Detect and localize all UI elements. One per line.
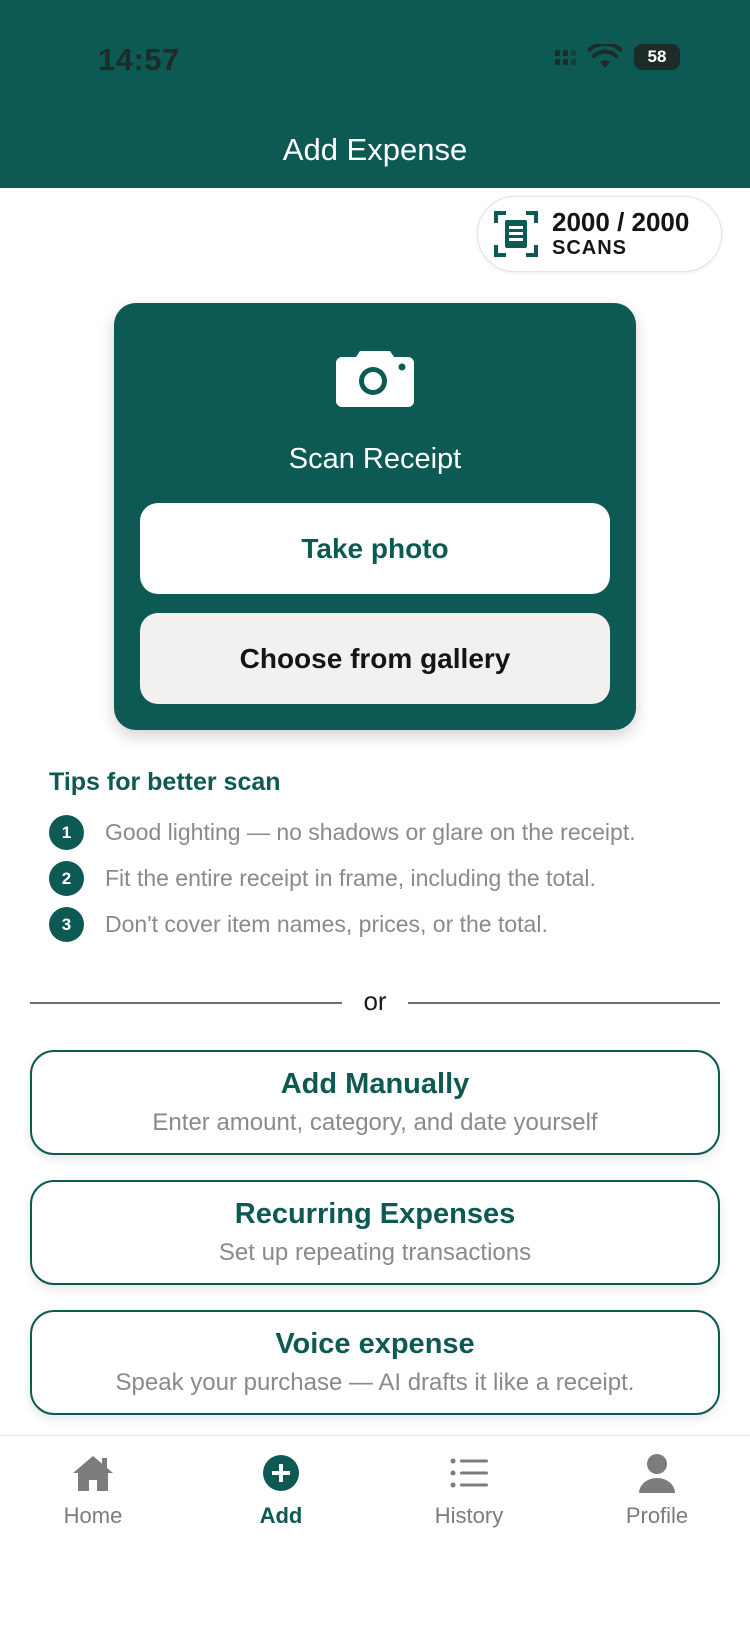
take-photo-button[interactable]: Take photo xyxy=(140,503,610,594)
battery-icon: 58 xyxy=(634,44,680,70)
tip-number-badge: 3 xyxy=(49,907,84,942)
tab-label: Profile xyxy=(625,1503,689,1528)
recurring-expenses-button[interactable]: Recurring Expenses Set up repeating tran… xyxy=(30,1180,720,1285)
tip-number-badge: 2 xyxy=(49,861,84,896)
tab-label: Add xyxy=(259,1503,303,1528)
receipt-scan-icon xyxy=(494,211,538,257)
option-title: Voice expense xyxy=(275,1328,475,1360)
tab-history[interactable]: History xyxy=(404,1453,534,1529)
scan-receipt-card: Scan Receipt Take photo Choose from gall… xyxy=(114,303,636,730)
divider-line-right xyxy=(408,1002,720,1004)
or-text: or xyxy=(363,986,387,1016)
home-icon xyxy=(73,1456,113,1491)
add-circle-icon xyxy=(263,1455,299,1491)
scans-count: 2000 / 2000 xyxy=(552,207,690,237)
tab-home[interactable]: Home xyxy=(28,1453,158,1529)
status-icons: 58 xyxy=(555,44,680,70)
tip-item: 1 Good lighting — no shadows or glare on… xyxy=(49,815,636,850)
bottom-tab-bar: Home Add History Profile xyxy=(0,1435,750,1631)
status-time: 14:57 xyxy=(98,42,180,77)
tab-profile[interactable]: Profile xyxy=(592,1453,722,1529)
wifi-icon xyxy=(588,44,622,68)
person-icon xyxy=(639,1454,675,1493)
tip-text: Good lighting — no shadows or glare on t… xyxy=(105,819,636,845)
camera-icon xyxy=(336,351,414,407)
scans-label: SCANS xyxy=(552,237,628,259)
list-icon xyxy=(450,1458,488,1488)
tip-item: 3 Don't cover item names, prices, or the… xyxy=(49,907,548,942)
add-manually-button[interactable]: Add Manually Enter amount, category, and… xyxy=(30,1050,720,1155)
tab-label: History xyxy=(434,1503,504,1528)
tip-number-badge: 1 xyxy=(49,815,84,850)
tab-add[interactable]: Add xyxy=(216,1453,346,1529)
tip-text: Fit the entire receipt in frame, includi… xyxy=(105,865,596,891)
voice-expense-button[interactable]: Voice expense Speak your purchase — AI d… xyxy=(30,1310,720,1415)
option-subtitle: Set up repeating transactions xyxy=(218,1239,532,1266)
page-title: Add Expense xyxy=(282,132,468,167)
battery-level: 58 xyxy=(647,47,667,66)
scan-receipt-title: Scan Receipt xyxy=(288,443,462,475)
scans-text: 2000 / 2000 SCANS xyxy=(552,208,689,260)
signal-icon xyxy=(555,49,576,65)
option-title: Add Manually xyxy=(280,1068,470,1100)
app-header: 14:57 58 Add Expense xyxy=(0,0,750,188)
option-title: Recurring Expenses xyxy=(234,1198,516,1230)
tip-text: Don't cover item names, prices, or the t… xyxy=(105,911,548,937)
tips-title: Tips for better scan xyxy=(49,768,281,796)
or-divider: or xyxy=(30,986,720,1018)
tab-label: Home xyxy=(63,1503,123,1528)
divider-line-left xyxy=(30,1002,342,1004)
choose-from-gallery-button[interactable]: Choose from gallery xyxy=(140,613,610,704)
tip-item: 2 Fit the entire receipt in frame, inclu… xyxy=(49,861,596,896)
option-subtitle: Speak your purchase — AI drafts it like … xyxy=(115,1369,635,1396)
scans-counter[interactable]: 2000 / 2000 SCANS xyxy=(477,196,722,272)
option-subtitle: Enter amount, category, and date yoursel… xyxy=(152,1109,598,1136)
